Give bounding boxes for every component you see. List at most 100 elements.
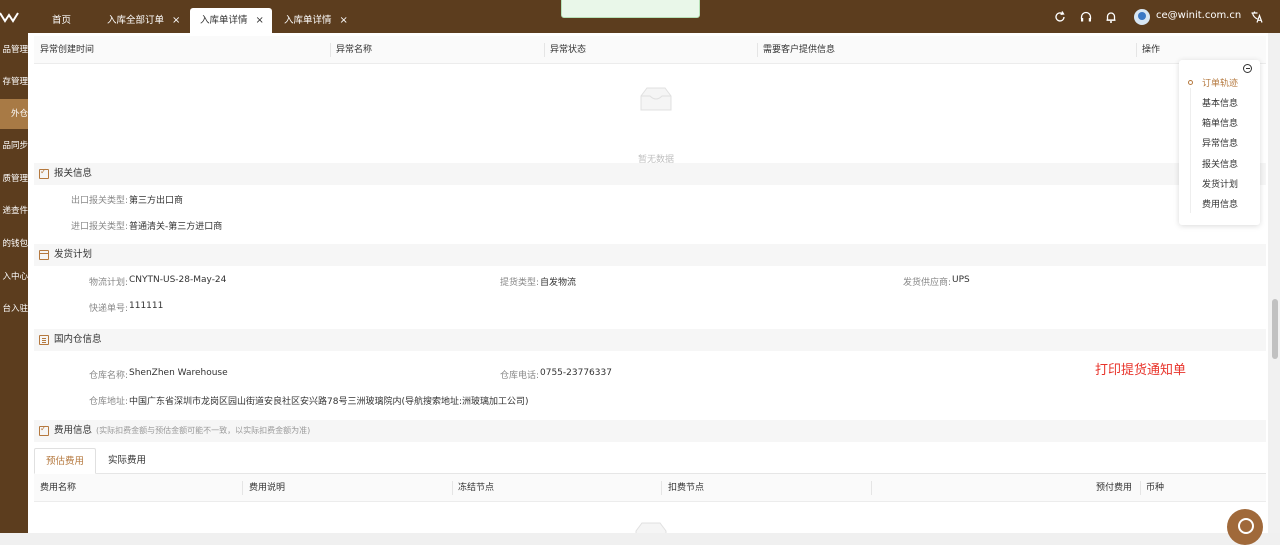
collapse-icon[interactable] xyxy=(1243,64,1252,73)
section-shipping-plan-header: 发货计划 xyxy=(34,244,1266,266)
column-divider xyxy=(871,481,872,495)
column-header: 扣费节点 xyxy=(668,483,705,493)
active-dot-icon xyxy=(1188,80,1193,85)
avatar[interactable] xyxy=(1134,9,1150,25)
field-label: 进口报关类型: xyxy=(70,222,128,232)
sidebar-item-wallet[interactable]: 的钱包 xyxy=(0,229,28,259)
anchor-item-customs[interactable]: 报关信息 xyxy=(1202,157,1238,170)
tab-label: 入库全部订单 xyxy=(107,15,165,26)
tab-inbound-all-orders[interactable]: 入库全部订单 × xyxy=(97,8,190,33)
anchor-rail xyxy=(1190,88,1191,213)
user-email[interactable]: ce@winit.com.cn xyxy=(1156,10,1241,21)
sidebar-item-product-sync[interactable]: 品同步 xyxy=(0,131,28,161)
anchor-item-packing-list[interactable]: 箱单信息 xyxy=(1202,116,1238,129)
field-label: 仓库地址: xyxy=(88,397,128,407)
checkbox-icon xyxy=(39,167,49,179)
toast-message xyxy=(561,0,700,18)
main-content: 异常创建时间 异常名称 异常状态 需要客户提供信息 操作 暂无数据 报关信息 出… xyxy=(28,33,1268,533)
calendar-icon xyxy=(39,250,49,260)
section-title: 发货计划 xyxy=(54,249,93,260)
sidebar-item-quality-management[interactable]: 质管理 xyxy=(0,164,28,194)
column-header: 操作 xyxy=(1142,45,1161,55)
sidebar-item-import-center[interactable]: 入中心 xyxy=(0,262,28,292)
translate-icon[interactable] xyxy=(1250,10,1264,24)
refresh-icon[interactable] xyxy=(1053,10,1067,24)
column-header: 冻结节点 xyxy=(458,483,495,493)
anchor-item-exceptions[interactable]: 异常信息 xyxy=(1202,136,1238,149)
anchor-item-shipping-plan[interactable]: 发货计划 xyxy=(1202,177,1238,190)
field-value: 中国广东省深圳市龙岗区园山街道安良社区安兴路78号三洲玻璃院内(导航搜索地址:洲… xyxy=(129,397,529,407)
tab-estimated-fees[interactable]: 预估费用 xyxy=(34,448,97,474)
empty-box-icon xyxy=(640,87,672,111)
field-value: ShenZhen Warehouse xyxy=(129,368,228,378)
column-header: 异常名称 xyxy=(336,45,373,55)
field-label: 提货类型: xyxy=(499,278,539,288)
column-divider xyxy=(544,43,545,57)
column-divider xyxy=(1140,481,1141,495)
checkbox-icon xyxy=(39,424,49,436)
exception-table-empty: 暂无数据 xyxy=(34,64,1266,165)
field-value: 第三方出口商 xyxy=(129,196,184,206)
tab-actual-fees[interactable]: 实际费用 xyxy=(97,448,157,474)
scrollbar-thumb[interactable] xyxy=(1272,299,1278,359)
tab-label: 入库单详情 xyxy=(284,15,332,26)
section-customs-header: 报关信息 xyxy=(34,163,1266,185)
column-header: 币种 xyxy=(1146,483,1165,493)
tab-inbound-detail[interactable]: 入库单详情 × xyxy=(274,8,358,33)
anchor-item-fees[interactable]: 费用信息 xyxy=(1202,197,1238,210)
tab-home[interactable]: 首页 xyxy=(42,8,81,33)
column-divider xyxy=(661,481,662,495)
sidebar-item-express-lookup[interactable]: 递查件 xyxy=(0,196,28,226)
column-divider xyxy=(452,481,453,495)
sidebar: 品管理 存管理 外仓 品同步 质管理 递查件 的钱包 入中心 台入驻 xyxy=(0,33,28,533)
field-value: CNYTN-US-28-May-24 xyxy=(129,275,227,285)
column-header: 预付费用 xyxy=(1096,483,1133,493)
section-fees-header: 费用信息(实际扣费金额与预估金额可能不一致，以实际扣费金额为准) xyxy=(34,420,1266,442)
print-pickup-notice-link[interactable]: 打印提货通知单 xyxy=(1095,359,1186,378)
section-title: 国内仓信息 xyxy=(54,334,102,345)
column-divider xyxy=(1136,43,1137,57)
field-value: 自发物流 xyxy=(540,278,577,288)
column-header: 费用名称 xyxy=(40,483,77,493)
sidebar-item-overseas-warehouse[interactable]: 外仓 xyxy=(0,99,28,129)
tab-label: 首页 xyxy=(52,15,72,26)
field-label: 仓库名称: xyxy=(88,371,128,381)
field-label: 物流计划: xyxy=(88,278,128,288)
sidebar-item-inventory-management[interactable]: 存管理 xyxy=(0,67,28,97)
field-label: 出口报关类型: xyxy=(70,196,128,206)
column-header: 异常创建时间 xyxy=(40,45,95,55)
close-icon[interactable]: × xyxy=(340,15,348,26)
column-divider xyxy=(242,481,243,495)
field-value: 111111 xyxy=(129,301,164,311)
fees-note: (实际扣费金额与预估金额可能不一致，以实际扣费金额为准) xyxy=(96,426,311,435)
tab-label: 入库单详情 xyxy=(200,15,248,26)
column-divider xyxy=(330,43,331,57)
exception-table-header: 异常创建时间 异常名称 异常状态 需要客户提供信息 操作 xyxy=(34,36,1266,64)
customer-service-button[interactable] xyxy=(1227,509,1263,545)
section-title: 报关信息 xyxy=(54,168,93,179)
column-header: 需要客户提供信息 xyxy=(763,45,836,55)
section-warehouse-header: 国内仓信息 xyxy=(34,329,1266,351)
scrollbar[interactable] xyxy=(1270,33,1280,533)
winit-logo-icon[interactable] xyxy=(0,10,20,24)
headset-icon[interactable] xyxy=(1079,10,1093,24)
anchor-item-basic-info[interactable]: 基本信息 xyxy=(1202,96,1238,109)
bell-icon[interactable] xyxy=(1104,10,1118,24)
tab-inbound-detail-active[interactable]: 入库单详情 × xyxy=(190,8,272,33)
section-title: 费用信息 (实际扣费金额与预估金额可能不一致，以实际扣费金额为准) xyxy=(54,420,310,442)
fee-table-header: 费用名称 费用说明 冻结节点 扣费节点 预付费用 币种 xyxy=(34,474,1266,502)
field-label: 快递单号: xyxy=(88,304,128,314)
anchor-nav-panel: 订单轨迹 基本信息 箱单信息 异常信息 报关信息 发货计划 费用信息 xyxy=(1179,60,1260,225)
column-header: 异常状态 xyxy=(550,45,587,55)
anchor-item-order-track[interactable]: 订单轨迹 xyxy=(1202,76,1238,89)
sidebar-item-product-management[interactable]: 品管理 xyxy=(0,35,28,65)
field-value: 普通清关-第三方进口商 xyxy=(129,222,223,232)
close-icon[interactable]: × xyxy=(256,15,264,26)
close-icon[interactable]: × xyxy=(172,15,180,26)
sidebar-item-platform-onboarding[interactable]: 台入驻 xyxy=(0,294,28,324)
section-title-text: 费用信息 xyxy=(54,425,93,436)
field-label: 仓库电话: xyxy=(499,371,539,381)
empty-box-icon xyxy=(635,522,667,533)
field-value: UPS xyxy=(952,275,970,285)
field-label: 发货供应商: xyxy=(902,278,951,288)
